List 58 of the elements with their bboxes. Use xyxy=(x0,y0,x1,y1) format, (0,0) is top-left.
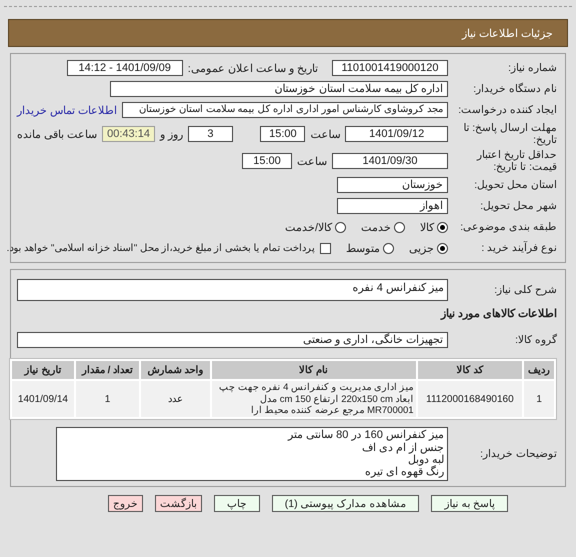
table-cell: 1 xyxy=(524,381,554,418)
field-label: مهلت ارسال پاسخ: تا تاریخ: xyxy=(462,122,557,146)
city-field: اهواز xyxy=(337,198,448,214)
field-label: روز و xyxy=(160,128,184,141)
days-field: 3 xyxy=(188,126,233,142)
field-label: گروه کالا: xyxy=(514,334,557,346)
need-number-field: 1101001419000120 xyxy=(332,60,448,76)
column-header: تاریخ نیاز xyxy=(12,361,74,380)
date-field: 1401/09/12 xyxy=(345,126,448,142)
buyer-notes-field: میز کنفرانس 160 در 80 سانتی متر جنس از ام دی اف لبه دوبل رنگ قهوه ای تیره xyxy=(56,427,448,482)
exit-button[interactable]: خروج xyxy=(108,495,143,512)
province-field: خوزستان xyxy=(337,177,448,194)
goods-group-field: تجهیزات خانگی، اداری و صنعتی xyxy=(17,332,448,348)
column-header: نام کالا xyxy=(212,361,416,380)
action-button[interactable]: مشاهده مدارک پیوستی (1) xyxy=(272,495,420,512)
radio-label: خدمت xyxy=(361,220,391,234)
creator-field: مجد کروشاوی کارشناس امور اداری اداره کل بیمه سلامت استان خوزستان xyxy=(122,102,448,118)
description-field: میز کنفرانس 4 نفره xyxy=(17,279,448,302)
column-header: ردیف xyxy=(524,361,554,380)
action-button[interactable]: چاپ xyxy=(214,495,260,512)
exit-button[interactable]: بازگشت xyxy=(154,495,202,512)
field-label: ایجاد کننده درخواست: xyxy=(457,104,557,116)
section-heading: اطلاعات کالاهای مورد نیاز xyxy=(440,306,557,320)
buyer-contact-link[interactable]: اطلاعات تماس خریدار xyxy=(17,104,118,116)
field-label: نوع فرآیند خرید : xyxy=(480,242,557,254)
radio-label: جزیی xyxy=(409,242,434,255)
column-header: واحد شمارش xyxy=(141,361,210,380)
field-label: حداقل تاریخ اعتبار قیمت: تا تاریخ: xyxy=(476,149,557,174)
checkbox-label: پرداخت تمام یا بخشی از مبلغ خرید،از محل "اسناد خزانه اسلامی" خواهد بود. xyxy=(6,242,315,254)
header-bar: جزئیات اطلاعات نیاز xyxy=(8,19,568,47)
buyer-field: اداره کل بیمه سلامت استان خوزستان xyxy=(110,81,448,97)
field-label: تاریخ و ساعت اعلان عمومی: xyxy=(188,62,318,74)
field-label: ساعت xyxy=(297,154,327,168)
time-field: 15:00 xyxy=(260,126,306,142)
table-cell: 1 xyxy=(76,381,140,418)
announce-date-field: 1401/09/09 - 14:12 xyxy=(66,60,183,76)
time-field: 15:00 xyxy=(242,153,292,170)
radio-label: کالا/خدمت xyxy=(284,220,332,234)
field-label: شهر محل تحویل: xyxy=(479,200,557,212)
radio-label: کالا xyxy=(420,220,434,234)
field-label: توضیحات خریدار: xyxy=(479,448,557,460)
field-label: طبقه بندی موضوعی: xyxy=(459,221,557,234)
countdown-field: 00:43:14 xyxy=(102,126,155,142)
field-label: استان محل تحویل: xyxy=(473,179,557,192)
field-label: نام دستگاه خریدار: xyxy=(472,82,557,96)
table-cell: عدد xyxy=(141,381,210,418)
radio-label: متوسط xyxy=(346,242,380,255)
column-header: تعداد / مقدار xyxy=(76,361,140,380)
field-label: شرح کلی نیاز: xyxy=(493,284,557,296)
field-label: ساعت xyxy=(310,128,340,141)
table-cell: میز اداری مدیریت و کنفرانس 4 نفره جهت چپ ابعاد 220x150 cm ارتفاع 150 cm مدل MR700001 مرجع عرضه کننده محیط ارا xyxy=(212,381,416,418)
action-button[interactable]: پاسخ به نیاز xyxy=(431,495,508,512)
table-cell: 1401/09/14 xyxy=(12,381,74,418)
date-field: 1401/09/30 xyxy=(332,153,448,170)
column-header: کد کالا xyxy=(418,361,522,380)
table-cell: 1112000168490160 xyxy=(418,381,522,418)
field-label: شماره نیاز: xyxy=(507,62,557,74)
field-label: ساعت باقی مانده xyxy=(17,128,98,141)
